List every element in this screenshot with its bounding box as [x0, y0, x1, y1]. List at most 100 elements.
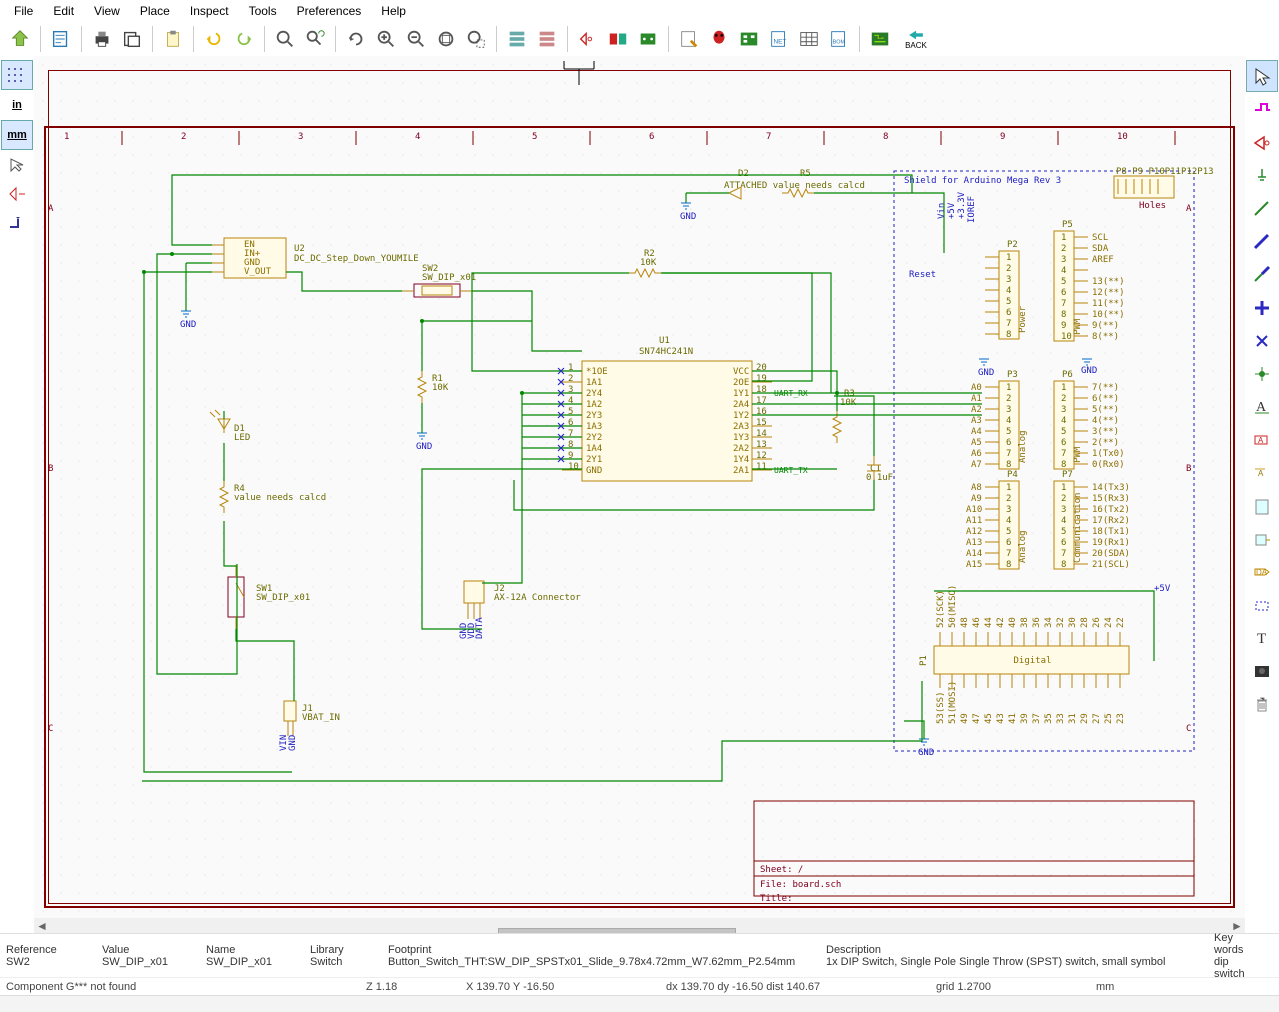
find-icon[interactable]: [271, 25, 299, 53]
svg-text:GND: GND: [1081, 366, 1097, 376]
hier-label-tool[interactable]: A: [1247, 458, 1277, 488]
svg-text:2A1: 2A1: [733, 466, 749, 476]
svg-text:34: 34: [1044, 617, 1054, 628]
hidden-pins[interactable]: [2, 180, 32, 208]
menu-tools[interactable]: Tools: [239, 1, 287, 21]
place-image-tool[interactable]: [1247, 656, 1277, 686]
import-hier-tool[interactable]: [1247, 524, 1277, 554]
hierarchy-nav-icon[interactable]: [503, 25, 531, 53]
noconnect-tool[interactable]: [1247, 326, 1277, 356]
netlist-icon[interactable]: NET: [765, 25, 793, 53]
paste-icon[interactable]: [159, 25, 187, 53]
force-hv[interactable]: [2, 209, 32, 237]
footprint-browse-icon[interactable]: [634, 25, 662, 53]
horizontal-scrollbar[interactable]: ◄►: [34, 918, 1245, 934]
select-tool[interactable]: [1246, 60, 1278, 92]
svg-text:A: A: [1258, 469, 1264, 478]
hier-pin-tool[interactable]: DA: [1247, 557, 1277, 587]
place-text-tool[interactable]: T: [1247, 623, 1277, 653]
svg-text:31: 31: [1068, 713, 1078, 724]
place-symbol-tool[interactable]: [1247, 128, 1277, 158]
bom-icon[interactable]: BOM: [825, 25, 853, 53]
plot-icon[interactable]: [118, 25, 146, 53]
print-icon[interactable]: [88, 25, 116, 53]
place-power-tool[interactable]: [1247, 161, 1277, 191]
menu-preferences[interactable]: Preferences: [287, 1, 372, 21]
pcb-editor-icon[interactable]: [866, 25, 894, 53]
svg-text:10: 10: [1061, 332, 1072, 342]
svg-text:A10: A10: [966, 505, 982, 515]
leave-sheet-icon[interactable]: [533, 25, 561, 53]
back-button[interactable]: BACK: [896, 25, 936, 53]
svg-text:A15: A15: [966, 560, 982, 570]
place-line-tool[interactable]: [1247, 590, 1277, 620]
symbol-fields-icon[interactable]: [795, 25, 823, 53]
svg-text:A11: A11: [966, 516, 982, 526]
menu-file[interactable]: File: [4, 1, 43, 21]
svg-text:2Y2: 2Y2: [586, 433, 602, 443]
svg-text:3: 3: [1006, 505, 1011, 515]
svg-text:U1: U1: [659, 336, 670, 346]
svg-text:4: 4: [1061, 416, 1066, 426]
cursor-shape[interactable]: [2, 151, 32, 179]
place-wire-tool[interactable]: [1247, 194, 1277, 224]
schematic-canvas[interactable]: Sheet: / File: board.sch Title: Shield f…: [34, 56, 1245, 918]
svg-text:9: 9: [1000, 132, 1005, 142]
zoom-fit-icon[interactable]: [432, 25, 460, 53]
svg-text:4: 4: [1006, 286, 1011, 296]
undo-icon[interactable]: [200, 25, 228, 53]
svg-text:45: 45: [984, 713, 994, 724]
svg-text:GND: GND: [918, 748, 934, 758]
units-in[interactable]: in: [2, 91, 32, 119]
menu-help[interactable]: Help: [371, 1, 416, 21]
svg-text:26: 26: [1092, 617, 1102, 628]
wire-to-bus-tool[interactable]: [1247, 260, 1277, 290]
net-label-tool[interactable]: A: [1247, 392, 1277, 422]
hier-sheet-tool[interactable]: [1247, 491, 1277, 521]
svg-text:PWM: PWM: [1073, 318, 1083, 335]
svg-text:ATTACHED value needs calcd: ATTACHED value needs calcd: [724, 181, 865, 191]
find-replace-icon[interactable]: [301, 25, 329, 53]
menu-inspect[interactable]: Inspect: [180, 1, 239, 21]
svg-text:GND: GND: [288, 735, 298, 751]
global-label-tool[interactable]: A: [1247, 425, 1277, 455]
svg-text:5: 5: [1006, 527, 1011, 537]
refresh-icon[interactable]: [342, 25, 370, 53]
zoom-out-icon[interactable]: [402, 25, 430, 53]
assign-footprints-icon[interactable]: [735, 25, 763, 53]
svg-text:2: 2: [1006, 394, 1011, 404]
redo-icon[interactable]: [230, 25, 258, 53]
svg-text:4: 4: [1061, 266, 1066, 276]
highlight-net-tool[interactable]: [1247, 95, 1277, 125]
place-bus-tool[interactable]: [1247, 227, 1277, 257]
erc-icon[interactable]: [705, 25, 733, 53]
save-icon[interactable]: [6, 25, 34, 53]
u1-symbol: U1 SN74HC241N *1OE11A122Y431A242Y351A362…: [562, 336, 808, 481]
menu-place[interactable]: Place: [130, 1, 180, 21]
page-settings-icon[interactable]: [47, 25, 75, 53]
zoom-selection-icon[interactable]: [462, 25, 490, 53]
browse-libs-icon[interactable]: [604, 25, 632, 53]
zoom-in-icon[interactable]: [372, 25, 400, 53]
svg-text:A14: A14: [966, 549, 982, 559]
title-block: Sheet: / File: board.sch Title:: [754, 801, 1194, 904]
symbol-editor-icon[interactable]: [574, 25, 602, 53]
svg-text:10K: 10K: [432, 383, 449, 393]
svg-text:*1OE: *1OE: [586, 367, 608, 377]
menu-view[interactable]: View: [84, 1, 130, 21]
menu-edit[interactable]: Edit: [43, 1, 84, 21]
grid-toggle[interactable]: [1, 60, 33, 90]
junction-tool[interactable]: [1247, 359, 1277, 389]
svg-text:P2: P2: [1007, 240, 1018, 250]
annotate-icon[interactable]: [675, 25, 703, 53]
svg-text:18(Tx1): 18(Tx1): [1092, 527, 1130, 537]
bus-to-bus-tool[interactable]: [1247, 293, 1277, 323]
svg-text:A12: A12: [966, 527, 982, 537]
units-mm[interactable]: mm: [1, 120, 33, 150]
j2-symbol: J2 AX-12A Connector GND VDD DATA: [459, 581, 581, 639]
svg-text:UART_TX: UART_TX: [774, 466, 808, 475]
delete-tool[interactable]: [1247, 689, 1277, 719]
svg-text:44: 44: [984, 617, 994, 628]
svg-text:Digital: Digital: [1014, 656, 1052, 666]
svg-text:A3: A3: [971, 416, 982, 426]
